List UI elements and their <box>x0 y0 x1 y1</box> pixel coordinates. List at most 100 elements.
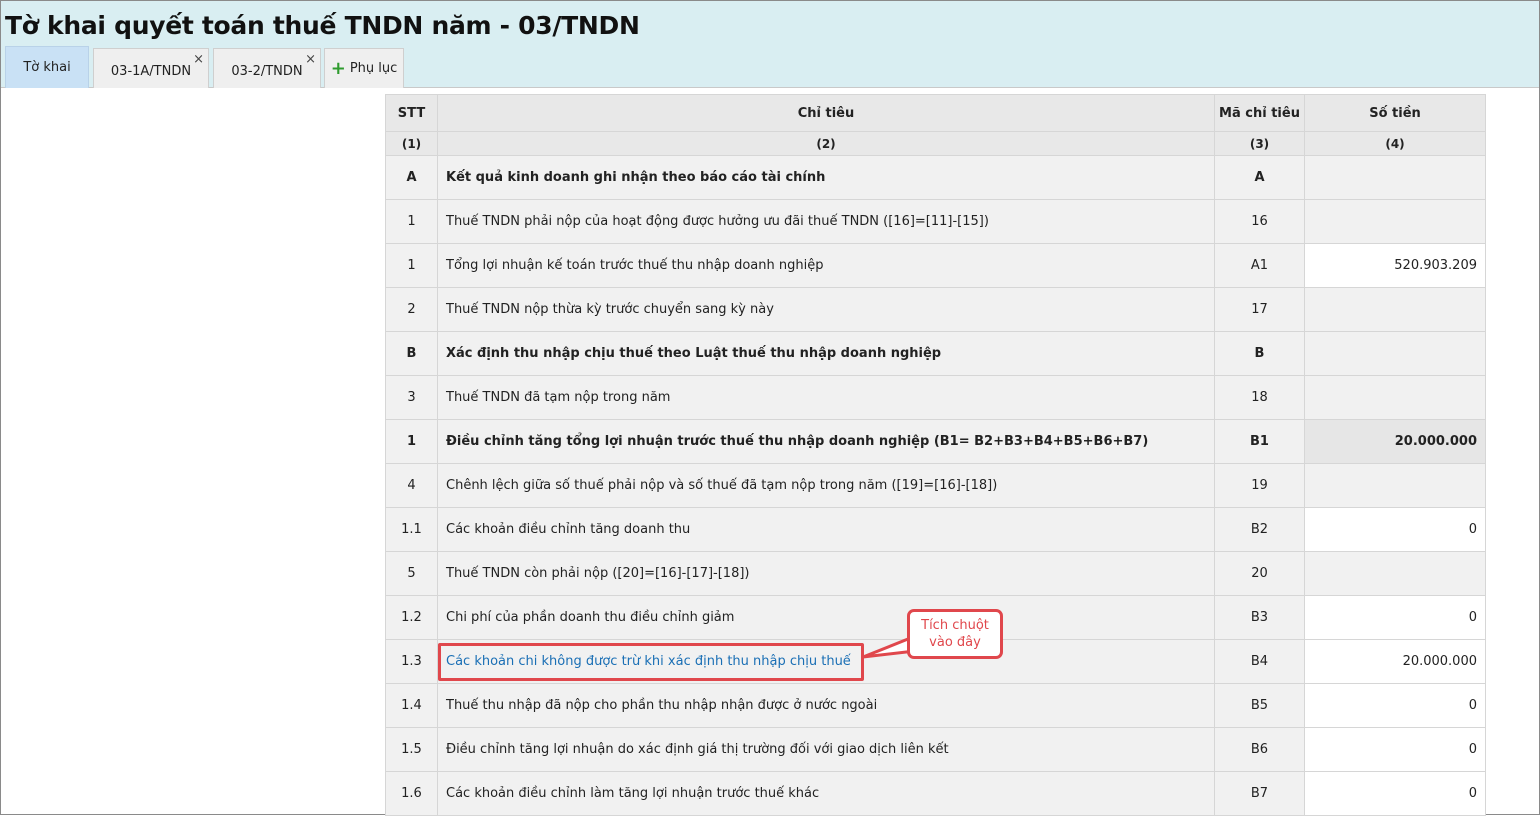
row-amount <box>1304 331 1486 376</box>
table-row: 4 Chênh lệch giữa số thuế phải nộp và số… <box>385 463 1486 508</box>
column-header-so-tien: Số tiền <box>1304 94 1486 132</box>
table-row: B Xác định thu nhập chịu thuế theo Luật … <box>385 331 1486 376</box>
amount-input-b3[interactable]: 0 <box>1304 595 1486 640</box>
column-header-chi-tieu: Chỉ tiêu <box>437 94 1215 132</box>
page-title: Tờ khai quyết toán thuế TNDN năm - 03/TN… <box>5 11 640 40</box>
row-label: Kết quả kinh doanh ghi nhận theo báo cáo… <box>437 155 1215 200</box>
amount-input-a1[interactable]: 520.903.209 <box>1304 243 1486 288</box>
row-stt: 1 <box>385 243 438 288</box>
table-row: 1.4 Thuế thu nhập đã nộp cho phần thu nh… <box>385 683 1486 728</box>
table-row: 5 Thuế TNDN còn phải nộp ([20]=[16]-[17]… <box>385 551 1486 596</box>
column-index: (2) <box>437 131 1215 156</box>
row-code: A <box>1214 155 1305 200</box>
column-index: (1) <box>385 131 438 156</box>
row-stt: 1.1 <box>385 507 438 552</box>
row-stt: 1.4 <box>385 683 438 728</box>
row-amount <box>1304 375 1486 420</box>
row-amount <box>1304 463 1486 508</box>
row-code: 19 <box>1214 463 1305 508</box>
row-stt: A <box>385 155 438 200</box>
row-stt: B <box>385 331 438 376</box>
tab-to-khai[interactable]: Tờ khai <box>5 46 89 88</box>
row-label: Tổng lợi nhuận kế toán trước thuế thu nh… <box>437 243 1215 288</box>
table-row: 1.5 Điều chỉnh tăng lợi nhuận do xác địn… <box>385 727 1486 772</box>
row-stt: 5 <box>385 551 438 596</box>
row-code: B7 <box>1214 771 1305 816</box>
row-stt: 3 <box>385 375 438 420</box>
row-stt: 1.5 <box>385 727 438 772</box>
row-label: Điều chỉnh tăng tổng lợi nhuận trước thu… <box>437 419 1215 464</box>
row-label: Thuế TNDN phải nộp của hoạt động được hư… <box>437 199 1215 244</box>
app-header: Tờ khai quyết toán thuế TNDN năm - 03/TN… <box>1 1 1539 88</box>
amount-input-b2[interactable]: 0 <box>1304 507 1486 552</box>
plus-icon: + <box>330 57 346 79</box>
row-label: Chênh lệch giữa số thuế phải nộp và số t… <box>437 463 1215 508</box>
row-code: 20 <box>1214 551 1305 596</box>
amount-input-b4[interactable]: 20.000.000 <box>1304 639 1486 684</box>
row-label: Xác định thu nhập chịu thuế theo Luật th… <box>437 331 1215 376</box>
tab-03-2[interactable]: 03-2/TNDN × <box>213 48 321 88</box>
callout-line-1: Tích chuột <box>921 618 989 633</box>
row-code: 16 <box>1214 199 1305 244</box>
row-label: Thuế TNDN đã tạm nộp trong năm <box>437 375 1215 420</box>
row-code: B6 <box>1214 727 1305 772</box>
table-row: 3 Thuế TNDN đã tạm nộp trong năm 18 <box>385 375 1486 420</box>
tab-phu-luc[interactable]: + Phụ lục <box>324 48 404 88</box>
row-stt: 2 <box>385 287 438 332</box>
column-index: (4) <box>1304 131 1486 156</box>
column-header-ma-chi-tieu: Mã chỉ tiêu <box>1214 94 1305 132</box>
tab-label: Tờ khai <box>23 60 71 75</box>
row-stt: 4 <box>385 463 438 508</box>
row-code: 17 <box>1214 287 1305 332</box>
tab-label: 03-2/TNDN <box>231 64 303 79</box>
amount-input-b6[interactable]: 0 <box>1304 727 1486 772</box>
row-label: Thuế TNDN còn phải nộp ([20]=[16]-[17]-[… <box>437 551 1215 596</box>
row-stt: 1.6 <box>385 771 438 816</box>
row-code: B3 <box>1214 595 1305 640</box>
row-label: Thuế thu nhập đã nộp cho phần thu nhập n… <box>437 683 1215 728</box>
amount-input-b5[interactable]: 0 <box>1304 683 1486 728</box>
b4-detail-link[interactable]: Các khoản chi không được trừ khi xác địn… <box>446 654 851 669</box>
close-icon[interactable]: × <box>305 53 316 66</box>
table-row: 1.6 Các khoản điều chỉnh làm tăng lợi nh… <box>385 771 1486 816</box>
row-amount <box>1304 551 1486 596</box>
row-stt: 1.3 <box>385 639 438 684</box>
declaration-table: STT Chỉ tiêu Mã chỉ tiêu Số tiền (1) (2)… <box>385 94 1486 816</box>
row-stt: 1 <box>385 419 438 464</box>
tab-label: 03-1A/TNDN <box>110 64 192 79</box>
close-icon[interactable]: × <box>193 53 204 66</box>
amount-input-b7[interactable]: 0 <box>1304 771 1486 816</box>
column-index: (3) <box>1214 131 1305 156</box>
column-header-ma-chi-tieu-text: Mã chỉ tiêu <box>1219 105 1300 121</box>
row-amount <box>1304 199 1486 244</box>
row-label: Chi phí của phần doanh thu điều chỉnh gi… <box>437 595 1215 640</box>
tab-label: Phụ lục <box>349 61 398 76</box>
callout-line-2: vào đây <box>929 635 981 650</box>
row-label: Thuế TNDN nộp thừa kỳ trước chuyển sang … <box>437 287 1215 332</box>
table-row: 2 Thuế TNDN nộp thừa kỳ trước chuyển san… <box>385 287 1486 332</box>
row-label: Các khoản điều chỉnh làm tăng lợi nhuận … <box>437 771 1215 816</box>
table-header-row: STT Chỉ tiêu Mã chỉ tiêu Số tiền <box>385 94 1486 132</box>
table-row: 1.1 Các khoản điều chỉnh tăng doanh thu … <box>385 507 1486 552</box>
row-code: B2 <box>1214 507 1305 552</box>
row-code: B5 <box>1214 683 1305 728</box>
column-header-stt: STT <box>385 94 438 132</box>
table-row: 1 Điều chỉnh tăng tổng lợi nhuận trước t… <box>385 419 1486 464</box>
table-subheader-row: (1) (2) (3) (4) <box>385 131 1486 156</box>
row-code: 18 <box>1214 375 1305 420</box>
table-row: A Kết quả kinh doanh ghi nhận theo báo c… <box>385 155 1486 200</box>
table-row: 1 Tổng lợi nhuận kế toán trước thuế thu … <box>385 243 1486 288</box>
tab-03-1a[interactable]: 03-1A/TNDN × <box>93 48 209 88</box>
row-amount <box>1304 287 1486 332</box>
row-label: Điều chỉnh tăng lợi nhuận do xác định gi… <box>437 727 1215 772</box>
row-label-link[interactable]: Các khoản chi không được trừ khi xác địn… <box>437 639 1215 684</box>
annotation-callout: Tích chuột vào đây <box>907 609 1003 659</box>
row-code: B <box>1214 331 1305 376</box>
row-code: A1 <box>1214 243 1305 288</box>
table-row: 1 Thuế TNDN phải nộp của hoạt động được … <box>385 199 1486 244</box>
row-stt: 1.2 <box>385 595 438 640</box>
row-code: B4 <box>1214 639 1305 684</box>
row-stt: 1 <box>385 199 438 244</box>
row-code: B1 <box>1214 419 1305 464</box>
row-amount <box>1304 155 1486 200</box>
